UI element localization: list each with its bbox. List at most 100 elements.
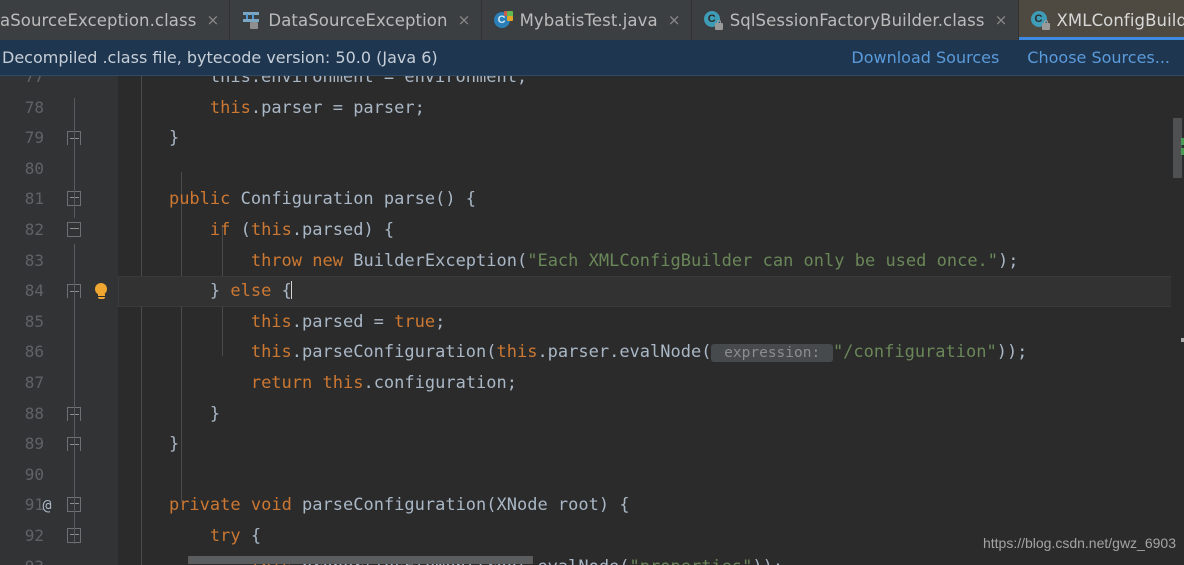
code-line[interactable]: this.parsed = true; — [118, 307, 1184, 338]
gutter-line[interactable]: 87 — [0, 368, 118, 399]
code-line[interactable]: } — [118, 123, 1184, 154]
gutter-line[interactable]: 84 — [0, 276, 118, 307]
gutter-line[interactable]: 78 — [0, 93, 118, 124]
choose-sources-link[interactable]: Choose Sources... — [1027, 48, 1170, 67]
code-token: .parsed = — [291, 311, 395, 332]
code-line[interactable]: } — [118, 429, 1184, 460]
code-fold-arrowdn-icon[interactable] — [67, 222, 81, 237]
code-line-current[interactable]: } else { — [118, 276, 1184, 307]
code-token: private — [168, 495, 241, 516]
code-token: "/configuration" — [832, 342, 997, 363]
editor-tab-label: MybatisTest.java — [519, 10, 658, 30]
gutter-line[interactable]: 82 — [0, 215, 118, 246]
gutter-line[interactable]: 89 — [0, 429, 118, 460]
code-line[interactable]: private void parseConfiguration(XNode ro… — [118, 490, 1184, 521]
editor-tab-3[interactable]: C SqlSessionFactoryBuilder.class × — [692, 0, 1019, 40]
code-token: { — [240, 526, 262, 546]
gutter-line[interactable]: 83 — [0, 246, 118, 277]
tab-close-icon[interactable]: × — [206, 12, 220, 28]
line-number: 80 — [24, 158, 44, 178]
vertical-scrollbar[interactable] — [1171, 76, 1184, 565]
editor-tab-0[interactable]: aSourceException.class × — [0, 0, 231, 40]
gutter-line[interactable]: 81 — [0, 184, 118, 215]
line-number: 85 — [24, 311, 44, 331]
gutter-line[interactable]: 91 @ — [0, 490, 118, 521]
code-token: { — [271, 281, 292, 302]
gutter-line[interactable]: 77 — [0, 76, 118, 93]
code-token: () { — [435, 189, 477, 210]
code-editor[interactable]: 77 78 79 80 81 82 83 84 85 86 87 88 89 90 91@ 92 93 this… — [0, 76, 1184, 565]
code-token: parse — [383, 189, 436, 210]
line-number: 77 — [24, 76, 44, 86]
line-number: 84 — [24, 281, 44, 301]
code-token: this — [322, 373, 364, 393]
tab-close-icon[interactable]: × — [458, 12, 471, 28]
code-line[interactable]: this.parseConfiguration(this.parser.eval… — [118, 337, 1184, 368]
code-token: } — [128, 403, 221, 424]
code-token: .parser.evalNode( — [537, 342, 712, 363]
code-token: "Each XMLConfigBuilder can only be used … — [527, 250, 999, 271]
code-line[interactable]: return this.configuration; — [118, 368, 1184, 399]
override-marker-icon[interactable]: @ — [38, 490, 56, 521]
gutter-line[interactable]: 90 — [0, 460, 118, 491]
class-file-icon: C — [703, 10, 723, 30]
gutter-line[interactable]: 93 — [0, 552, 118, 565]
code-token: BuilderException( — [342, 250, 528, 271]
editor-tab-label: XMLConfigBuilder.class — [1056, 10, 1184, 30]
code-token: this — [250, 220, 292, 240]
gutter-line[interactable]: 85 — [0, 307, 118, 338]
code-token: true — [394, 311, 436, 332]
line-number: 82 — [24, 220, 44, 239]
code-line[interactable]: } — [118, 399, 1184, 430]
code-token: this — [496, 342, 538, 363]
line-number: 88 — [24, 403, 44, 423]
code-token: else — [230, 281, 272, 302]
line-number: 81 — [24, 189, 44, 209]
horizontal-scrollbar[interactable] — [118, 555, 1171, 565]
intention-bulb-icon[interactable] — [93, 283, 109, 300]
code-line[interactable]: this.environment = environment; — [118, 76, 1184, 93]
code-line[interactable]: public Configuration parse() { — [118, 184, 1184, 215]
code-line[interactable]: if (this.parsed) { — [118, 215, 1184, 246]
gutter-line[interactable]: 88 — [0, 399, 118, 430]
decompiled-structure-icon — [242, 11, 261, 30]
code-token: return — [250, 373, 313, 393]
code-line[interactable] — [118, 154, 1184, 185]
editor-tab-4-active[interactable]: C XMLConfigBuilder.class × — [1018, 0, 1184, 40]
notification-links: Download Sources Choose Sources... — [851, 48, 1170, 67]
code-token: } — [128, 128, 180, 149]
editor-tab-1[interactable]: DataSourceException × — [230, 0, 482, 40]
notification-message: Decompiled .class file, bytecode version… — [2, 48, 438, 67]
gutter-line[interactable]: 92 — [0, 521, 118, 552]
code-token: this — [250, 311, 292, 332]
code-token: public — [168, 189, 231, 210]
line-number: 92 — [24, 526, 44, 545]
code-line[interactable]: this.parser = parser; — [118, 93, 1184, 124]
editor-tab-2[interactable]: C MybatisTest.java × — [482, 0, 692, 40]
code-text-area[interactable]: this.environment = environment; this.par… — [118, 76, 1184, 565]
code-line[interactable] — [118, 460, 1184, 491]
tab-close-icon[interactable]: × — [995, 12, 1008, 28]
text-caret — [290, 281, 292, 300]
code-token: ); — [998, 250, 1019, 271]
code-line[interactable]: throw new BuilderException("Each XMLConf… — [118, 246, 1184, 277]
line-number: 89 — [24, 434, 44, 454]
download-sources-link[interactable]: Download Sources — [851, 48, 999, 67]
tab-close-icon[interactable]: × — [668, 12, 681, 28]
horizontal-scrollbar-thumb[interactable] — [188, 556, 533, 564]
code-token: if — [209, 220, 231, 240]
gutter-line[interactable]: 79 — [0, 123, 118, 154]
idea-editor-window: aSourceException.class × DataSourceExcep… — [0, 0, 1184, 565]
gutter-line[interactable]: 86 — [0, 337, 118, 368]
gutter-line[interactable]: 80 — [0, 154, 118, 185]
editor-gutter[interactable]: 77 78 79 80 81 82 83 84 85 86 87 88 89 90 91@ 92 93 — [0, 76, 118, 565]
